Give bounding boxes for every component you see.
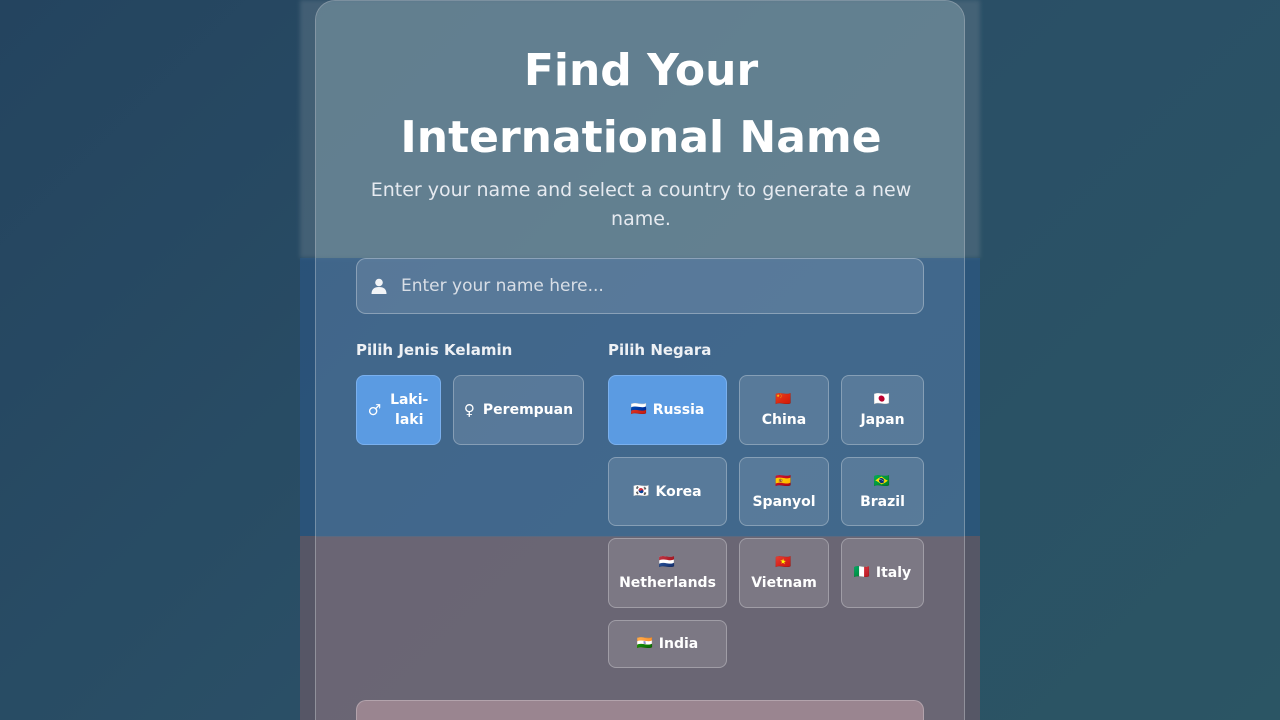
country-option-japan[interactable]: 🇯🇵 Japan <box>841 375 924 445</box>
gender-option-male[interactable]: ♂ Laki-laki <box>356 375 441 445</box>
male-icon: ♂ <box>367 401 382 419</box>
page-title: Find Your International Name <box>400 45 882 163</box>
vietnam-flag-icon: 🇻🇳 <box>775 555 793 570</box>
user-icon <box>371 278 387 294</box>
country-option-netherlands[interactable]: 🇳🇱 Netherlands <box>608 538 727 608</box>
country-label: Pilih Negara <box>608 341 712 359</box>
gender-option-label: Laki-laki <box>390 392 429 428</box>
gender-label: Pilih Jenis Kelamin <box>356 341 513 359</box>
brazil-flag-icon: 🇧🇷 <box>873 473 892 489</box>
female-icon: ♀ <box>463 401 475 419</box>
page-subtitle: Enter your name and select a country to … <box>370 179 912 230</box>
gender-option-label: Perempuan <box>482 402 574 418</box>
italy-flag-icon: 🇮🇹 <box>853 565 872 580</box>
country-option-spanyol[interactable]: 🇪🇸 Spanyol <box>739 457 829 526</box>
india-flag-icon: 🇮🇳 <box>636 636 654 651</box>
spain-flag-icon: 🇪🇸 <box>775 473 793 489</box>
name-field[interactable] <box>356 258 924 314</box>
country-option-brazil[interactable]: 🇧🇷 Brazil <box>841 457 924 526</box>
country-option-label: Japan <box>860 412 905 428</box>
japan-flag-icon: 🇯🇵 <box>873 392 892 407</box>
name-input[interactable] <box>401 259 911 313</box>
country-option-label: Russia <box>652 402 705 418</box>
country-option-vietnam[interactable]: 🇻🇳 Vietnam <box>739 538 829 608</box>
country-option-label: Netherlands <box>619 575 716 591</box>
country-option-label: India <box>658 636 699 652</box>
country-option-label: Spanyol <box>752 493 816 510</box>
country-option-korea[interactable]: 🇰🇷 Korea <box>608 457 727 526</box>
country-option-label: Vietnam <box>751 575 817 591</box>
country-option-label: Korea <box>655 483 702 500</box>
generator-card: Find Your International Name Enter your … <box>315 0 965 720</box>
country-option-china[interactable]: 🇨🇳 China <box>739 375 829 445</box>
country-option-label: Italy <box>875 565 912 581</box>
china-flag-icon: 🇨🇳 <box>775 392 793 407</box>
generate-button[interactable] <box>356 700 924 720</box>
country-option-label: China <box>761 412 807 428</box>
gender-option-female[interactable]: ♀ Perempuan <box>453 375 584 445</box>
russia-flag-icon: 🇷🇺 <box>630 402 648 417</box>
country-option-india[interactable]: 🇮🇳 India <box>608 620 727 668</box>
netherlands-flag-icon: 🇳🇱 <box>658 555 677 570</box>
country-option-italy[interactable]: 🇮🇹 Italy <box>841 538 924 608</box>
korea-flag-icon: 🇰🇷 <box>633 483 651 499</box>
country-option-label: Brazil <box>860 493 905 510</box>
country-option-russia[interactable]: 🇷🇺 Russia <box>608 375 727 445</box>
